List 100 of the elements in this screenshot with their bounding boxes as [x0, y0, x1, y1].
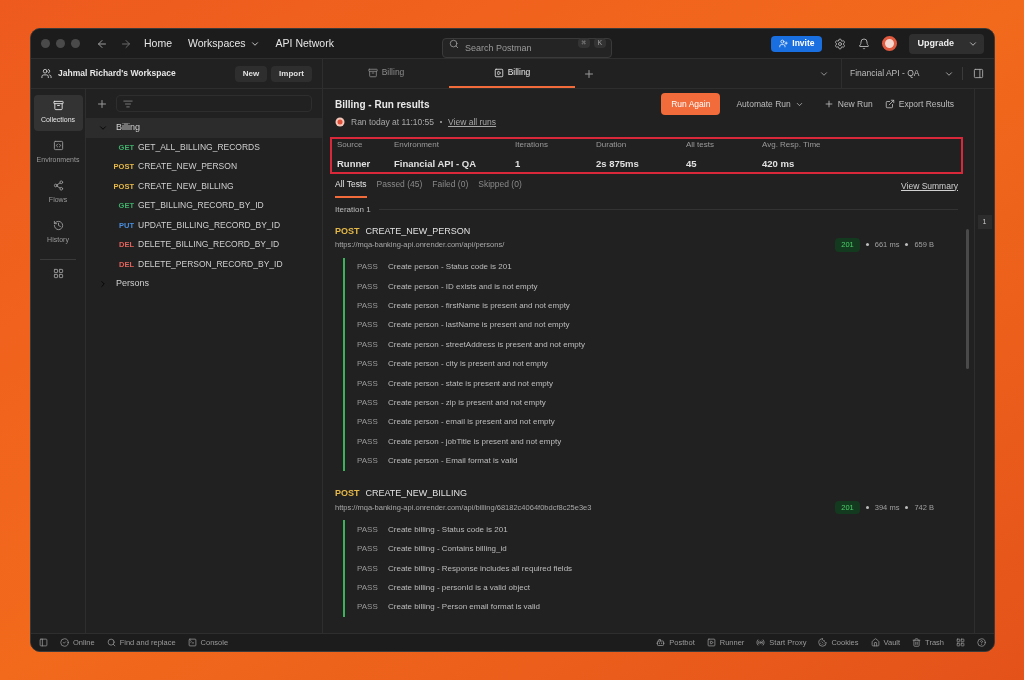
- history-icon: [52, 220, 64, 232]
- plus-icon: [823, 99, 834, 110]
- stat-value: Runner: [337, 157, 372, 172]
- check-circle-icon: [60, 638, 69, 647]
- house-icon: [870, 638, 880, 647]
- tab[interactable]: Billing: [449, 59, 575, 88]
- collection-folder[interactable]: Persons: [86, 274, 322, 294]
- filter-tab[interactable]: Failed (0): [432, 177, 469, 199]
- stat-label: All tests: [686, 139, 715, 152]
- test-name: Create billing - Person email format is valid: [388, 601, 541, 614]
- back-arrow-icon: [96, 37, 108, 50]
- nav-link[interactable]: Workspaces: [188, 35, 260, 52]
- test-result: PASS: [357, 396, 379, 409]
- users-icon: [41, 68, 52, 79]
- scrollbar[interactable]: [966, 229, 969, 369]
- collection-folder[interactable]: Billing: [86, 118, 322, 138]
- cookie-icon: [818, 638, 828, 647]
- avatar[interactable]: [882, 36, 898, 51]
- filter-icon: [123, 98, 133, 109]
- grid-icon[interactable]: [52, 268, 64, 279]
- test-result: PASS: [357, 319, 379, 332]
- tab[interactable]: Billing: [323, 59, 449, 88]
- help-icon[interactable]: [977, 638, 986, 647]
- filter-tab[interactable]: All Tests: [335, 177, 367, 199]
- stat-label: Source: [337, 139, 364, 152]
- stat-value: 420 ms: [762, 157, 796, 172]
- request-name: CREATE_NEW_BILLING: [365, 487, 467, 501]
- workspace-button[interactable]: New: [234, 65, 268, 82]
- test-name: Create person - Email format is valid: [388, 455, 518, 468]
- sidebar-toggle-icon[interactable]: [39, 638, 48, 647]
- new-run-button[interactable]: New Run: [823, 97, 873, 111]
- run-status-icon: [335, 116, 345, 127]
- test-result: PASS: [357, 261, 379, 274]
- environment-select[interactable]: Financial API - QA: [842, 59, 962, 88]
- play-icon: [493, 67, 504, 78]
- terminal-icon: [187, 638, 197, 647]
- stat-label: Environment: [394, 139, 440, 152]
- panel-icon[interactable]: [973, 68, 984, 79]
- notification-icon[interactable]: [858, 37, 871, 50]
- request-method: POST: [335, 487, 360, 501]
- test-name: Create billing - Response includes all required fields: [388, 562, 573, 575]
- grid-icon[interactable]: [956, 638, 965, 647]
- stat-value: 45: [686, 157, 698, 172]
- filter-field[interactable]: [116, 95, 312, 112]
- test-name: Create person - streetAddress is present and not empty: [388, 338, 585, 351]
- test-name: Create person - state is present and not empty: [388, 377, 553, 390]
- stat-label: Avg. Resp. Time: [762, 139, 822, 152]
- request-name: CREATE_NEW_PERSON: [365, 224, 471, 238]
- invite-button[interactable]: Invite: [771, 35, 823, 52]
- test-name: Create person - city is present and not empty: [388, 358, 548, 371]
- iteration-label: Iteration 1: [335, 203, 371, 216]
- test-name: Create billing - Contains billing_id: [388, 543, 507, 556]
- filter-tab[interactable]: Skipped (0): [478, 177, 522, 199]
- stat-value: Financial API - QA: [394, 157, 477, 172]
- test-result: PASS: [357, 601, 379, 614]
- run-title: Billing - Run results: [335, 97, 431, 112]
- bot-icon: [656, 638, 666, 647]
- test-result: PASS: [357, 377, 379, 390]
- test-result: PASS: [357, 455, 379, 468]
- nodes-icon: [52, 180, 64, 192]
- archive-icon: [367, 67, 378, 78]
- forward-arrow-icon: [120, 37, 132, 50]
- test-name: Create person - email is present and not empty: [388, 416, 555, 429]
- view-summary-link[interactable]: View Summary: [901, 179, 958, 199]
- add-user-icon: [779, 39, 789, 48]
- search-icon: [448, 38, 459, 49]
- workspace-name: Jahmal Richard's Workspace: [58, 67, 177, 80]
- test-name: Create person - firstName is present and not empty: [388, 299, 570, 312]
- request-method: POST: [335, 224, 360, 238]
- test-name: Create person - jobTitle is present and not empty: [388, 435, 562, 448]
- test-name: Create billing - personId is a valid object: [388, 581, 530, 594]
- test-name: Create person - Status code is 201: [388, 261, 512, 274]
- filter-tab[interactable]: Passed (45): [376, 177, 423, 199]
- settings-icon[interactable]: [834, 37, 847, 50]
- view-all-runs-link[interactable]: View all runs: [448, 115, 497, 129]
- new-tab-icon[interactable]: [583, 67, 595, 80]
- nav-link[interactable]: Home: [144, 35, 172, 52]
- run-time: Ran today at 11:10:55: [351, 115, 435, 129]
- archive-icon: [52, 100, 64, 112]
- export-icon: [884, 99, 895, 110]
- add-icon[interactable]: [96, 97, 108, 110]
- test-result: PASS: [357, 358, 379, 371]
- workspace-button[interactable]: Import: [271, 65, 312, 82]
- stat-label: Duration: [596, 139, 628, 152]
- upgrade-button[interactable]: Upgrade: [909, 36, 962, 51]
- test-result: PASS: [357, 280, 379, 293]
- search-icon: [106, 638, 116, 647]
- export-results-button[interactable]: Export Results: [884, 97, 954, 111]
- nav-link[interactable]: API Network: [275, 35, 334, 52]
- test-name: Create person - lastName is present and not empty: [388, 319, 570, 332]
- test-result: PASS: [357, 299, 379, 312]
- test-result: PASS: [357, 523, 379, 536]
- automate-run-button[interactable]: Automate Run: [736, 97, 804, 111]
- test-result: PASS: [357, 562, 379, 575]
- trash-icon: [912, 638, 922, 647]
- panel-icon: [52, 140, 64, 152]
- stat-label: Iterations: [515, 139, 549, 152]
- stat-value: 2s 875ms: [596, 157, 640, 172]
- stat-value: 1: [515, 157, 522, 172]
- test-result: PASS: [357, 435, 379, 448]
